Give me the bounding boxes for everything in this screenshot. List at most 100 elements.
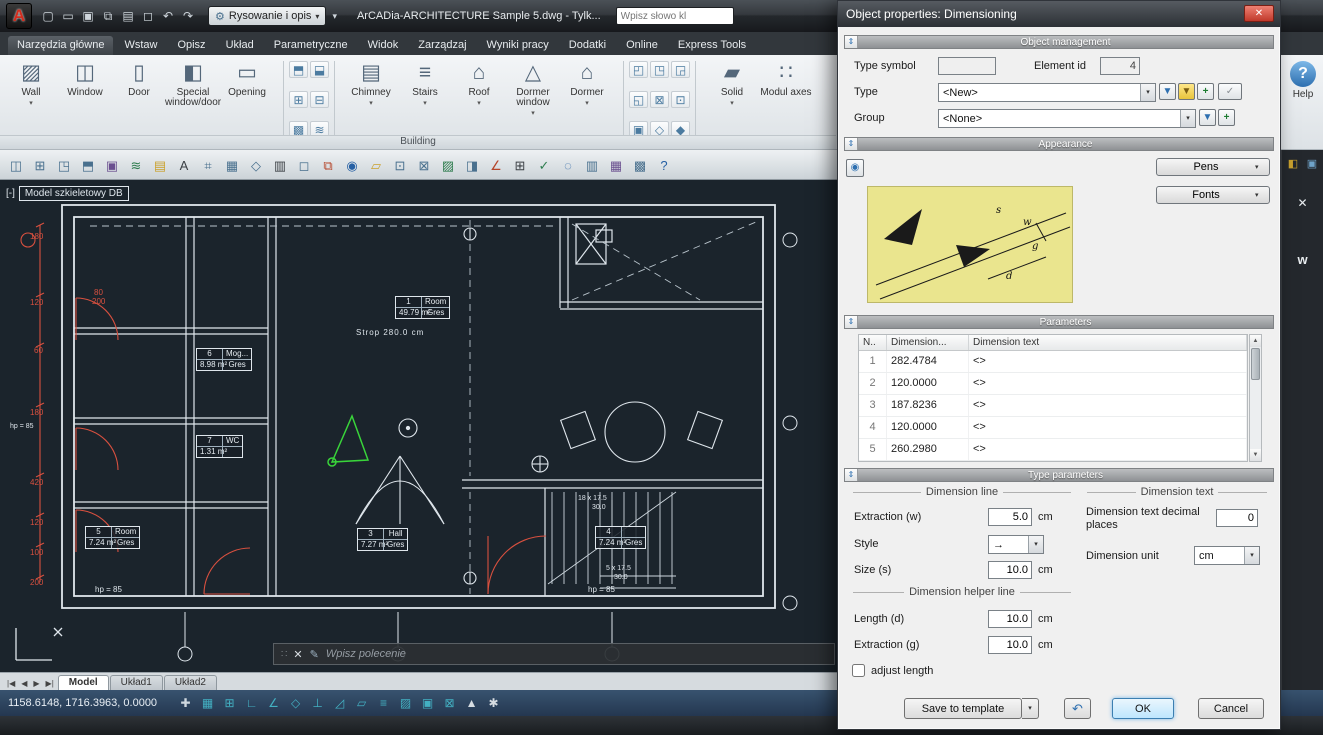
size-s-input[interactable]	[988, 561, 1032, 579]
chevron-down-icon[interactable]	[1028, 536, 1043, 553]
chevron-down-icon[interactable]	[1140, 84, 1155, 101]
cancel-button[interactable]: Cancel	[1198, 698, 1264, 719]
section-header-type-parameters[interactable]: ⇕ Type parameters	[844, 468, 1274, 482]
collapse-icon[interactable]: ⇕	[845, 36, 858, 48]
tab-dodatki[interactable]: Dodatki	[560, 36, 615, 55]
workspace-switch-icon[interactable]: ✱	[484, 694, 503, 713]
last-layout-icon[interactable]: ▶|	[43, 677, 57, 690]
type-combobox[interactable]: <New>	[938, 83, 1156, 102]
ceiling-icon[interactable]: ⬒	[289, 61, 308, 78]
ok-button[interactable]: OK	[1112, 698, 1174, 719]
modul-axes-button[interactable]: ∷ Modul axes	[759, 57, 813, 106]
viewport-view-label[interactable]: Model szkieletowy DB	[19, 186, 129, 201]
preview-camera-button[interactable]: ◉	[846, 159, 864, 177]
viewport-controls[interactable]: [-] Model szkieletowy DB	[6, 186, 129, 201]
group-add-button[interactable]: +	[1218, 109, 1235, 126]
chevron-down-icon[interactable]	[1244, 547, 1259, 564]
pens-button[interactable]: Pens ▾	[1156, 158, 1270, 176]
door-button[interactable]: ▯ Door	[112, 57, 166, 106]
palette-icon-2[interactable]: ▣	[1304, 156, 1320, 172]
tab-parametryczne[interactable]: Parametryczne	[265, 36, 357, 55]
roof-slope-icon[interactable]: ◱	[629, 91, 648, 108]
section-header-parameters[interactable]: ⇕ Parameters	[844, 315, 1274, 329]
chimney-button[interactable]: ▤ Chimney ▾	[344, 57, 398, 106]
undo-icon[interactable]: ↶	[159, 7, 177, 25]
dormer-window-button[interactable]: △ Dormer window ▾	[506, 57, 560, 116]
decimal-places-input[interactable]	[1216, 509, 1258, 527]
tab-online[interactable]: Online	[617, 36, 667, 55]
window-button[interactable]: ◫ Window	[58, 57, 112, 106]
save-to-template-button[interactable]: Save to template	[904, 698, 1022, 719]
save-all-icon[interactable]: ⧉	[99, 7, 117, 25]
render-icon[interactable]: ▣	[101, 154, 123, 176]
layer-states-icon[interactable]: ▤	[149, 154, 171, 176]
collapse-icon[interactable]: ⇕	[845, 469, 858, 481]
prev-layout-icon[interactable]: ◀	[18, 677, 30, 690]
raster-image-icon[interactable]: ▨	[437, 154, 459, 176]
tab-uklad1[interactable]: Układ1	[110, 675, 163, 690]
type-library-button[interactable]: ▼	[1178, 83, 1195, 100]
group-combobox[interactable]: <None>	[938, 109, 1196, 128]
quick-calc-icon[interactable]: ⊞	[509, 154, 531, 176]
truss-icon[interactable]: ⊠	[650, 91, 669, 108]
selection-cycling-icon[interactable]: ⊠	[440, 694, 459, 713]
new-icon[interactable]: ▢	[39, 7, 57, 25]
roof-window-icon[interactable]: ◰	[629, 61, 648, 78]
dim-style-icon[interactable]: ⌗	[197, 154, 219, 176]
wall-button[interactable]: ▨ Wall ▾	[4, 57, 58, 106]
extraction-w-input[interactable]	[988, 508, 1032, 526]
element-id-input[interactable]	[1100, 57, 1140, 75]
column-header[interactable]: Dimension text	[969, 335, 1247, 350]
tab-zarzadzaj[interactable]: Zarządzaj	[409, 36, 475, 55]
first-layout-icon[interactable]: |◀	[4, 677, 18, 690]
beam-icon[interactable]: ⊞	[289, 91, 308, 108]
solid-button[interactable]: ▰ Solid ▾	[705, 57, 759, 106]
insert-block-icon[interactable]: ⊡	[389, 154, 411, 176]
xref-icon[interactable]: ⊠	[413, 154, 435, 176]
viewports-icon[interactable]: ◫	[5, 154, 27, 176]
collapse-icon[interactable]: ⇕	[845, 138, 858, 150]
scrollbar-thumb[interactable]	[1251, 348, 1260, 380]
viewport-minimize[interactable]: [-]	[6, 188, 15, 199]
transparency-icon[interactable]: ▨	[396, 694, 415, 713]
section-header-object-management[interactable]: ⇕ Object management	[844, 35, 1274, 49]
adjust-length-checkbox[interactable]	[852, 664, 865, 677]
undo-button[interactable]: ↶	[1064, 698, 1091, 719]
redo-icon[interactable]: ↷	[179, 7, 197, 25]
spell-icon[interactable]: ✓	[533, 154, 555, 176]
save-template-dropdown-icon[interactable]: ▾	[1022, 698, 1039, 719]
chevron-down-icon[interactable]	[1180, 110, 1195, 127]
table-row[interactable]: 2 120.0000 <>	[859, 373, 1247, 395]
plot-preview-icon[interactable]: ◻	[139, 7, 157, 25]
purlin-icon[interactable]: ⊡	[671, 91, 690, 108]
column-icon[interactable]: ⊟	[310, 91, 329, 108]
ortho-icon[interactable]: ∟	[242, 694, 261, 713]
osnap-icon[interactable]: ◇	[286, 694, 305, 713]
properties-icon[interactable]: ▥	[581, 154, 603, 176]
save-icon[interactable]: ▣	[79, 7, 97, 25]
table-row[interactable]: 5 260.2980 <>	[859, 439, 1247, 461]
print-icon[interactable]: ▤	[119, 7, 137, 25]
search-input[interactable]	[616, 7, 734, 25]
table-row[interactable]: 1 282.4784 <>	[859, 351, 1247, 373]
palette-tab-letter[interactable]: w	[1282, 252, 1323, 267]
ole-icon[interactable]: ◨	[461, 154, 483, 176]
table-row[interactable]: 3 187.8236 <>	[859, 395, 1247, 417]
table-row[interactable]: 4 120.0000 <>	[859, 417, 1247, 439]
publish-icon[interactable]: ⧉	[317, 154, 339, 176]
layer-manager-icon[interactable]: ≋	[125, 154, 147, 176]
measure-icon[interactable]: ∠	[485, 154, 507, 176]
floor-icon[interactable]: ⬓	[310, 61, 329, 78]
tab-wstaw[interactable]: Wstaw	[115, 36, 166, 55]
grid-icon[interactable]: ▦	[198, 694, 217, 713]
design-center-icon[interactable]: ▦	[605, 154, 627, 176]
app-logo-icon[interactable]: A	[6, 3, 32, 29]
text-style-icon[interactable]: A	[173, 154, 195, 176]
workspace-switcher[interactable]: ⚙ Rysowanie i opis ▾	[208, 6, 326, 26]
dynamic-input-icon[interactable]: ▱	[352, 694, 371, 713]
info-icon[interactable]: ?	[653, 154, 675, 176]
command-line[interactable]: ∷ ✕ ✎ Wpisz polecenie	[273, 643, 835, 665]
palette-icon-1[interactable]: ◧	[1285, 156, 1301, 172]
table-style-icon[interactable]: ▦	[221, 154, 243, 176]
tab-uklad2[interactable]: Układ2	[164, 675, 217, 690]
